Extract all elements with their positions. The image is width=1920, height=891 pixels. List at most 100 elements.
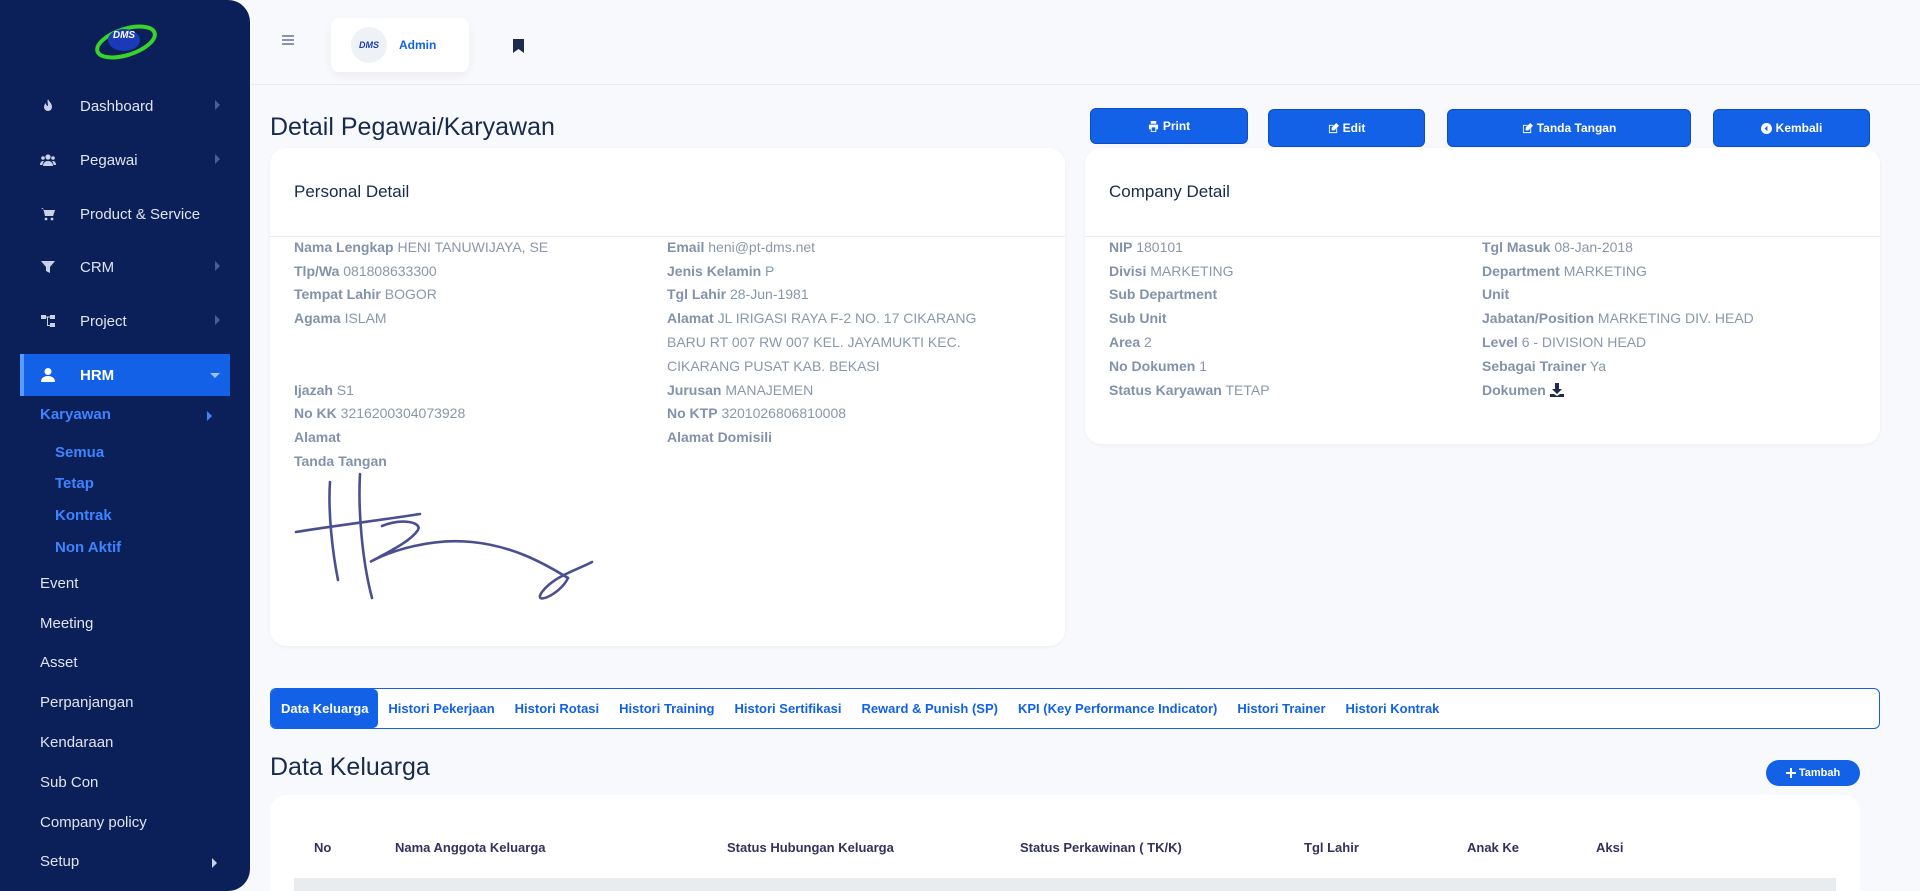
field-tempat-lahir: Tempat Lahir BOGOR: [294, 286, 437, 302]
tab-histori-rotasi[interactable]: Histori Rotasi: [505, 689, 610, 728]
signature-image: [294, 472, 594, 600]
tab-histori-trainer[interactable]: Histori Trainer: [1227, 689, 1335, 728]
field-alamat-domisili: Alamat Domisili: [667, 429, 773, 445]
table-header-tgl-lahir: Tgl Lahir: [1304, 840, 1359, 855]
field-alamat-lengkap: Alamat JL IRIGASI RAYA F-2 NO. 17 CIKARA…: [667, 310, 977, 374]
bookmark-icon[interactable]: [513, 39, 524, 53]
arrow-circle-left-icon: [1760, 122, 1772, 134]
field-no-ktp: No KTP 3201026806810008: [667, 405, 847, 421]
detail-tabs: Data Keluarga Histori Pekerjaan Histori …: [270, 688, 1880, 729]
chevron-right-icon: [215, 100, 220, 110]
chevron-right-icon: [215, 154, 220, 164]
cart-icon: [38, 206, 58, 222]
plus-icon: [1785, 768, 1796, 778]
avatar: DMS: [351, 27, 387, 63]
tab-histori-sertifikasi[interactable]: Histori Sertifikasi: [725, 689, 852, 728]
field-tlp-wa: Tlp/Wa 081808633300: [294, 263, 437, 279]
field-unit: Unit: [1482, 286, 1510, 302]
submenu-label: Karyawan: [40, 406, 111, 423]
field-jabatan: Jabatan/Position MARKETING DIV. HEAD: [1482, 310, 1754, 326]
sidebar-item-asset[interactable]: Asset: [40, 654, 78, 671]
tambah-button[interactable]: Tambah: [1766, 760, 1860, 786]
section-title-data-keluarga: Data Keluarga: [270, 753, 430, 781]
sidebar-item-label: Project: [80, 312, 127, 330]
tab-reward-punish[interactable]: Reward & Punish (SP): [851, 689, 1008, 728]
table-header-anak-ke: Anak Ke: [1467, 840, 1520, 855]
sidebar-item-meeting[interactable]: Meeting: [40, 615, 93, 632]
field-nama-lengkap: Nama Lengkap HENI TANUWIJAYA, SE: [294, 239, 549, 255]
kembali-button-label: Kembali: [1775, 121, 1823, 135]
caret-right-icon: [212, 858, 217, 868]
field-area: Area 2: [1109, 334, 1152, 350]
caret-right-icon: [207, 411, 212, 421]
print-button-label: Print: [1162, 119, 1191, 133]
user-profile-dropdown[interactable]: DMS Admin: [331, 18, 469, 72]
chevron-down-icon: [210, 373, 220, 378]
tab-histori-training[interactable]: Histori Training: [609, 689, 724, 728]
table-header-perkawinan: Status Perkawinan ( TK/K): [1020, 840, 1182, 855]
sidebar-item-label: Pegawai: [80, 151, 138, 169]
sidebar-item-kendaraan[interactable]: Kendaraan: [40, 734, 113, 751]
sidebar-item-project[interactable]: Project: [20, 300, 230, 342]
sidebar-item-dashboard[interactable]: Dashboard: [20, 85, 230, 127]
tab-kpi[interactable]: KPI (Key Performance Indicator): [1008, 689, 1227, 728]
field-alamat: Alamat: [294, 429, 341, 445]
edit-icon: [1522, 122, 1533, 133]
table-row: [294, 878, 1836, 891]
field-tgl-masuk: Tgl Masuk 08-Jan-2018: [1482, 239, 1633, 255]
company-logo[interactable]: DMS: [94, 20, 158, 64]
print-button[interactable]: Print: [1090, 108, 1248, 144]
field-dokumen: Dokumen: [1482, 378, 1564, 402]
field-level: Level 6 - DIVISION HEAD: [1482, 334, 1647, 350]
field-no-dokumen: No Dokumen 1: [1109, 358, 1208, 374]
sidebar-item-company-policy[interactable]: Company policy: [40, 814, 147, 831]
field-jenis-kelamin: Jenis Kelamin P: [667, 263, 775, 279]
field-ijazah: Ijazah S1: [294, 382, 354, 398]
field-status-karyawan: Status Karyawan TETAP: [1109, 382, 1270, 398]
field-no-kk: No KK 3216200304073928: [294, 405, 466, 421]
sidebar-item-label: HRM: [80, 366, 115, 384]
sidebar-item-sub-con[interactable]: Sub Con: [40, 774, 98, 791]
tanda-tangan-button[interactable]: Tanda Tangan: [1447, 109, 1691, 147]
print-icon: [1148, 120, 1158, 132]
field-email: Email heni@pt-dms.net: [667, 239, 816, 255]
sidebar-item-perpanjangan[interactable]: Perpanjangan: [40, 694, 133, 711]
tambah-button-label: Tambah: [1798, 767, 1841, 779]
download-icon[interactable]: [1549, 383, 1564, 397]
sidebar-item-event[interactable]: Event: [40, 575, 78, 592]
kembali-button[interactable]: Kembali: [1713, 109, 1870, 147]
field-jurusan: Jurusan MANAJEMEN: [667, 382, 814, 398]
sidebar-subitem-semua[interactable]: Semua: [55, 444, 104, 461]
sidebar-item-label: Setup: [40, 853, 80, 870]
top-navbar: [250, 0, 1920, 85]
sidebar-subitem-kontrak[interactable]: Kontrak: [55, 507, 112, 524]
logo-text: DMS: [113, 30, 136, 41]
sidebar-item-label: Dashboard: [80, 97, 154, 115]
edit-icon: [1328, 122, 1339, 133]
personal-detail-title: Personal Detail: [270, 148, 1065, 237]
sidebar-item-label: CRM: [80, 258, 115, 276]
sidebar-item-pegawai[interactable]: Pegawai: [20, 139, 230, 181]
sidebar-submenu-karyawan[interactable]: Karyawan: [40, 406, 218, 423]
table-header-hubungan: Status Hubungan Keluarga: [727, 840, 894, 855]
sidebar-item-product-service[interactable]: Product & Service: [20, 193, 230, 235]
filter-icon: [38, 259, 58, 275]
edit-button[interactable]: Edit: [1268, 109, 1425, 147]
sidebar-subitem-non-aktif[interactable]: Non Aktif: [55, 539, 121, 556]
tab-data-keluarga[interactable]: Data Keluarga: [271, 689, 379, 728]
field-sub-department: Sub Department: [1109, 286, 1218, 302]
tab-histori-kontrak[interactable]: Histori Kontrak: [1336, 689, 1450, 728]
hamburger-menu-icon[interactable]: [282, 35, 294, 45]
tanda-tangan-button-label: Tanda Tangan: [1536, 121, 1617, 135]
user-icon: [38, 367, 58, 383]
sidebar-subitem-tetap[interactable]: Tetap: [55, 475, 94, 492]
table-header-no: No: [314, 840, 332, 855]
field-sub-unit: Sub Unit: [1109, 310, 1167, 326]
sidebar: DMS Dashboard Pegawai Product & Service …: [0, 0, 250, 891]
sidebar-item-label: Product & Service: [80, 205, 201, 223]
field-divisi: Divisi MARKETING: [1109, 263, 1234, 279]
sidebar-item-crm[interactable]: CRM: [20, 246, 230, 288]
tab-histori-pekerjaan[interactable]: Histori Pekerjaan: [378, 689, 504, 728]
sidebar-item-hrm[interactable]: HRM: [20, 354, 230, 396]
sidebar-item-setup[interactable]: Setup: [40, 853, 220, 870]
